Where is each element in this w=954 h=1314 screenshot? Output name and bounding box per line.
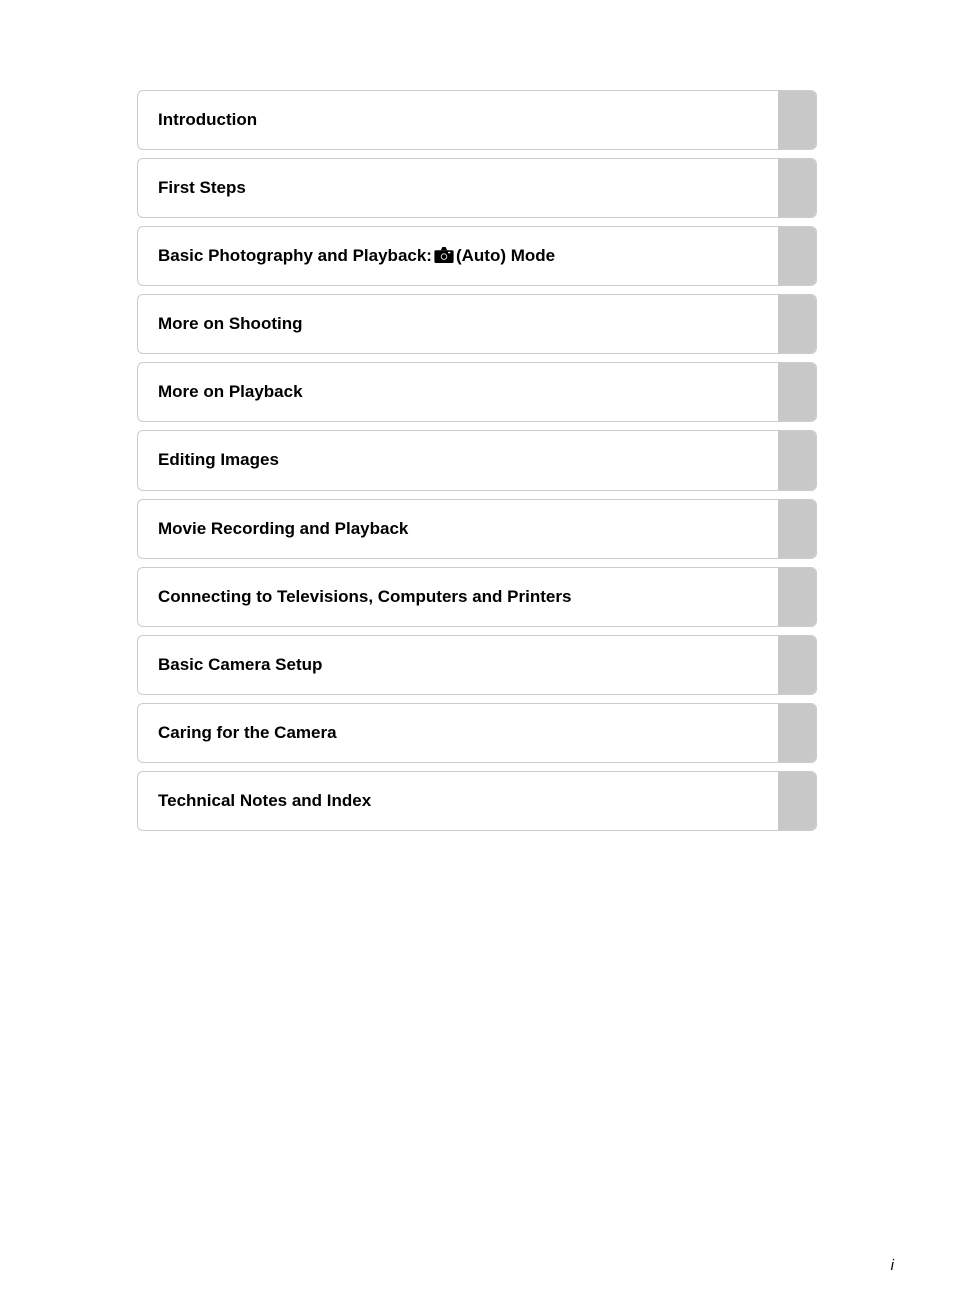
toc-item-movie-recording[interactable]: Movie Recording and Playback [137,499,817,559]
toc-tab-technical-notes [778,772,816,830]
toc-item-introduction[interactable]: Introduction [137,90,817,150]
toc-item-technical-notes[interactable]: Technical Notes and Index [137,771,817,831]
toc-label-editing-images: Editing Images [138,431,778,489]
toc-tab-introduction [778,91,816,149]
toc-label-connecting: Connecting to Televisions, Computers and… [138,568,778,626]
toc-tab-connecting [778,568,816,626]
page-number: i [891,1257,894,1274]
toc-tab-editing-images [778,431,816,489]
toc-item-editing-images[interactable]: Editing Images [137,430,817,490]
toc-label-technical-notes: Technical Notes and Index [138,772,778,830]
toc-item-more-on-playback[interactable]: More on Playback [137,362,817,422]
toc-label-first-steps: First Steps [138,159,778,217]
toc-tab-basic-camera-setup [778,636,816,694]
toc-tab-first-steps [778,159,816,217]
toc-label-introduction: Introduction [138,91,778,149]
toc-tab-more-on-shooting [778,295,816,353]
toc-tab-movie-recording [778,500,816,558]
toc-tab-caring-for-camera [778,704,816,762]
toc-tab-more-on-playback [778,363,816,421]
toc-item-connecting[interactable]: Connecting to Televisions, Computers and… [137,567,817,627]
toc-label-more-on-playback: More on Playback [138,363,778,421]
toc-label-movie-recording: Movie Recording and Playback [138,500,778,558]
toc-item-caring-for-camera[interactable]: Caring for the Camera [137,703,817,763]
page-container: Introduction First Steps Basic Photograp… [0,0,954,899]
toc-item-more-on-shooting[interactable]: More on Shooting [137,294,817,354]
toc-tab-basic-photography [778,227,816,285]
toc-label-basic-camera-setup: Basic Camera Setup [138,636,778,694]
toc-item-first-steps[interactable]: First Steps [137,158,817,218]
basic-photography-text: Basic Photography and Playback: [158,245,432,267]
basic-photography-suffix: (Auto) Mode [456,245,555,267]
toc-item-basic-photography[interactable]: Basic Photography and Playback: (Auto) M… [137,226,817,286]
toc-item-basic-camera-setup[interactable]: Basic Camera Setup [137,635,817,695]
toc-label-basic-photography: Basic Photography and Playback: (Auto) M… [138,227,778,285]
toc-label-more-on-shooting: More on Shooting [138,295,778,353]
toc-list: Introduction First Steps Basic Photograp… [137,90,817,839]
camera-icon [434,247,454,263]
toc-label-caring-for-camera: Caring for the Camera [138,704,778,762]
